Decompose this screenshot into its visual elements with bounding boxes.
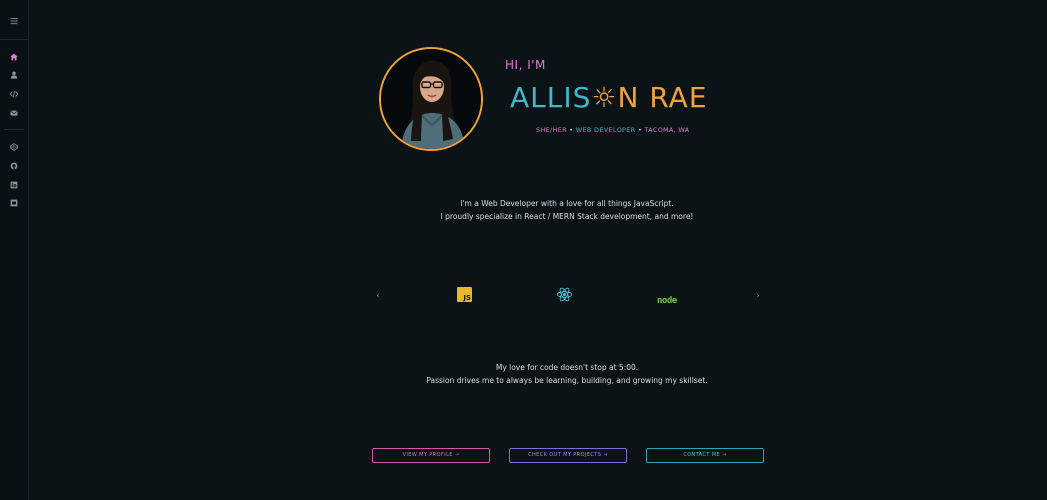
passion-paragraph: My love for code doesn't stop at 5:00. P… xyxy=(380,362,754,387)
view-profile-button[interactable]: VIEW MY PROFILE → xyxy=(372,448,490,463)
tagline-separator: • xyxy=(566,126,576,134)
github-icon xyxy=(10,162,18,170)
menu-icon xyxy=(10,18,18,25)
sidebar-divider-top xyxy=(0,39,28,40)
sidebar-link-codepen[interactable] xyxy=(0,140,28,154)
chevron-right-icon: › xyxy=(756,291,760,300)
mail-icon xyxy=(10,110,18,116)
home-icon xyxy=(10,53,18,61)
sidebar-divider xyxy=(4,129,24,130)
sidebar-item-home[interactable] xyxy=(0,50,28,64)
user-icon xyxy=(10,71,18,79)
contact-button[interactable]: CONTACT ME → xyxy=(646,448,764,463)
passion-line: Passion drives me to always be learning,… xyxy=(426,375,708,385)
chevron-left-icon: ‹ xyxy=(376,291,380,300)
javascript-icon: JS xyxy=(457,287,472,302)
carousel-next-button[interactable]: › xyxy=(753,291,763,301)
hero-name-logo: ALLIS☼N RAE xyxy=(510,78,708,118)
sidebar-item-contact[interactable] xyxy=(0,106,28,120)
react-icon xyxy=(556,287,573,302)
skills-carousel: ‹ JS node › xyxy=(370,282,766,310)
sidebar-item-projects[interactable] xyxy=(0,87,28,101)
portfolio-page: HI, I'M ALLIS☼N RAE SHE/HER • WEB DEVELO… xyxy=(0,0,1047,500)
sidebar-link-github[interactable] xyxy=(0,159,28,173)
intro-paragraph: I'm a Web Developer with a love for all … xyxy=(380,198,754,223)
sun-icon: ☼ xyxy=(591,81,618,114)
sidebar-link-linkedin[interactable] xyxy=(0,178,28,192)
name-first-part: ALLIS xyxy=(510,81,592,114)
intro-line: I proudly specialize in React / MERN Sta… xyxy=(440,211,694,221)
devto-icon xyxy=(10,199,18,207)
hero-tagline: SHE/HER • WEB DEVELOPER • TACOMA, WA xyxy=(536,126,690,134)
tagline-role: WEB DEVELOPER xyxy=(575,126,636,134)
linkedin-icon xyxy=(10,181,18,189)
passion-line: My love for code doesn't stop at 5:00. xyxy=(495,363,639,372)
sidebar-nav xyxy=(0,0,29,500)
codepen-icon xyxy=(10,143,18,151)
name-second-part: N RAE xyxy=(617,81,708,114)
avatar-image xyxy=(381,49,481,149)
nodejs-icon: node xyxy=(657,296,677,306)
tagline-location: TACOMA, WA xyxy=(644,126,690,134)
code-icon xyxy=(10,90,18,98)
profile-photo xyxy=(379,47,483,151)
carousel-prev-button[interactable]: ‹ xyxy=(373,291,383,301)
view-projects-button[interactable]: CHECK OUT MY PROJECTS → xyxy=(509,448,627,463)
sidebar-link-devto[interactable] xyxy=(0,196,28,210)
sidebar-item-about[interactable] xyxy=(0,68,28,82)
tagline-pronouns: SHE/HER xyxy=(536,126,567,134)
javascript-logo: JS xyxy=(457,287,472,305)
menu-toggle-button[interactable] xyxy=(0,14,28,28)
greeting-text: HI, I'M xyxy=(505,58,546,72)
react-logo xyxy=(556,286,573,304)
intro-line: I'm a Web Developer with a love for all … xyxy=(460,199,674,208)
javascript-label: JS xyxy=(463,294,471,302)
nodejs-logo: node xyxy=(657,288,677,306)
